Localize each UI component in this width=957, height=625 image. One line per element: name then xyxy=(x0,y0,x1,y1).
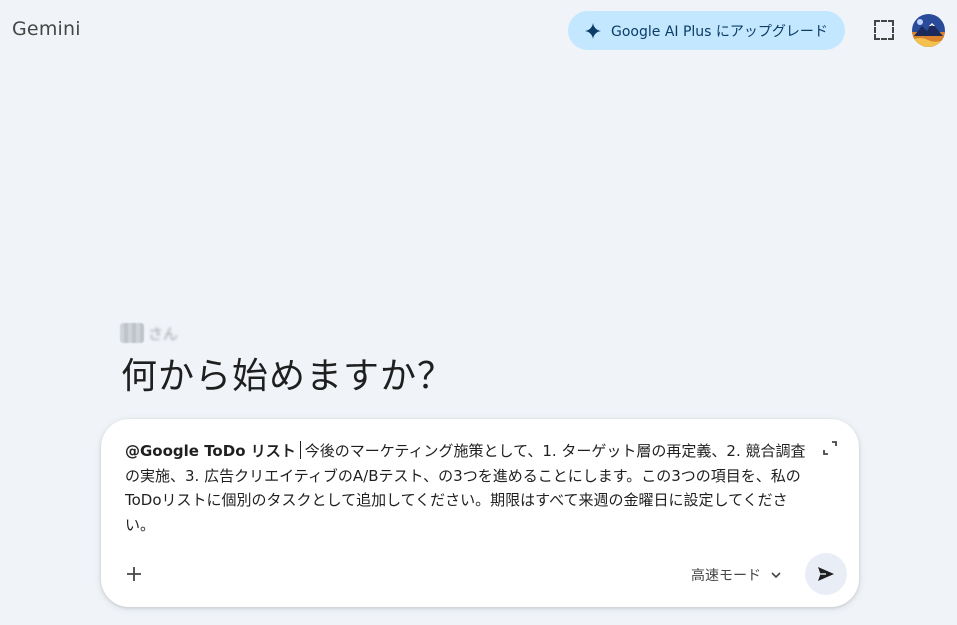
expand-icon[interactable] xyxy=(823,441,837,455)
plus-icon xyxy=(127,567,141,581)
user-name: さん xyxy=(120,322,178,344)
chevron-down-icon xyxy=(771,572,781,579)
app-title[interactable]: Gemini xyxy=(12,18,81,40)
text-caret xyxy=(299,441,301,459)
redacted-name xyxy=(120,323,144,343)
screen-select-icon[interactable] xyxy=(873,19,895,41)
greeting-title: 何から始めますか？ xyxy=(121,356,455,397)
sparkle-icon xyxy=(585,22,601,39)
prompt-composer: @Google ToDo リスト 今後のマーケティング施策として、1. ターゲット… xyxy=(101,419,859,607)
add-button[interactable] xyxy=(121,561,147,587)
upgrade-label: Google AI Plus にアップグレード xyxy=(611,23,828,40)
send-button[interactable] xyxy=(805,553,847,595)
upgrade-button[interactable]: Google AI Plus にアップグレード xyxy=(568,11,845,50)
send-icon xyxy=(818,567,834,581)
avatar-image xyxy=(912,14,945,47)
avatar[interactable] xyxy=(912,14,945,47)
user-name-suffix: さん xyxy=(148,324,179,343)
prompt-input[interactable]: @Google ToDo リスト 今後のマーケティング施策として、1. ターゲット… xyxy=(125,439,815,537)
mode-label: 高速モード xyxy=(691,568,761,584)
mention-chip[interactable]: @Google ToDo リスト xyxy=(125,442,296,460)
mode-selector[interactable]: 高速モード xyxy=(691,564,781,586)
